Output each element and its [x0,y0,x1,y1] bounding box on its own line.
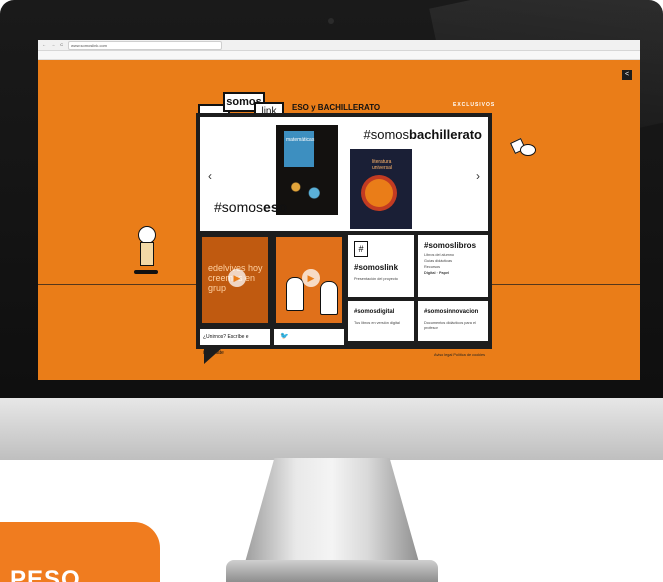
tile-innov-sub: Documentos didácticos para el profesor [424,321,476,330]
skateboard [134,270,158,274]
slider-next-button[interactable]: › [476,169,480,183]
tag-eso-prefix: #somos [214,199,264,215]
tile-libros-line: Libros del alumno [424,253,454,257]
promo-corner: PESO [0,522,160,582]
share-icon[interactable]: < [622,70,632,80]
book-cover-math-label: matemáticas [286,137,315,143]
tile-libros-line: Guías didácticas [424,259,453,263]
bird-illustration [510,138,542,162]
exclusivos-link[interactable]: EXCLUSIVOS [453,102,495,108]
camera-dot [328,18,334,24]
browser-toolbar: ← → C www.somoslink.com [38,40,640,51]
video-tile-edelvives[interactable]: edelvives hoy creemos en grup ▶ [200,235,270,325]
video-tile-characters[interactable]: ▶ [274,235,344,325]
book-cover-literature-label: literatura universal [372,159,393,171]
tile-somoslink-sub: Presentación del proyecto [354,277,398,281]
skater-illustration [134,226,158,282]
book-cover-literature-art [365,179,393,207]
book-slider: ‹ matemáticas literatura universal #somo… [200,117,488,231]
tag-bachillerato[interactable]: #somosbachillerato [364,127,483,142]
character-illustration [320,281,338,315]
tag-bach-prefix: #somos [363,127,410,142]
tile-somoslink[interactable]: # #somoslink Presentación del proyecto [348,235,414,297]
tile-somosdigital[interactable]: #somosdigital Tus libros en versión digi… [348,301,414,341]
browser-nav-buttons[interactable]: ← → C [42,42,65,47]
monitor-bezel: ← → C www.somoslink.com AplicacionesNoti… [0,0,663,460]
tag-bach-bold: bachillerato [409,127,482,142]
skater-body [140,242,154,266]
tile-digital-sub: Tus libros en versión digital [354,321,400,325]
book-cover-math-illustration [282,175,328,205]
tile-somoslink-title: #somoslink [354,263,399,272]
screen: ← → C www.somoslink.com AplicacionesNoti… [38,40,640,380]
tile-somoslibros[interactable]: #somoslibros Libros del alumno Guías did… [418,235,488,297]
monitor-chin [0,398,663,460]
tile-libros-title: #somoslibros [424,241,477,250]
play-icon[interactable]: ▶ [228,269,246,287]
legal-links[interactable]: Aviso legal Política de cookies [434,353,485,357]
tile-libros-line: Digital · Papel [424,271,450,275]
tile-libros-line: Recursos [424,265,441,269]
monitor-stand-base [226,560,438,582]
tile-somosinnovacion[interactable]: #somosinnovacion Documentos didácticos p… [418,301,488,341]
character-illustration [286,277,304,311]
book-cover-literature[interactable]: literatura universal [350,149,412,229]
play-icon[interactable]: ▶ [302,269,320,287]
tag-eso-bold: eso [263,199,288,215]
address-bar[interactable]: www.somoslink.com [68,41,222,50]
tile-innov-title: #somosinnovacion [424,309,479,315]
slider-prev-button[interactable]: ‹ [208,169,212,183]
tag-eso[interactable]: #somoseso [214,199,287,215]
twitter-icon[interactable]: 🐦 [274,329,344,345]
bookmarks-bar: AplicacionesNoticiasBuzónPortal del Empl… [38,51,640,60]
tile-digital-title: #somosdigital [354,309,395,315]
promo-text: PESO [10,566,81,582]
join-link[interactable]: ¿Unirnos? Escríbe e infórmate [200,329,270,356]
speech-tail [204,348,222,364]
hash-icon: # [354,241,368,257]
monitor-stand [242,458,422,573]
content-frame: ‹ matemáticas literatura universal #somo… [196,113,492,357]
site-subtitle: ESO y BACHILLERATO [292,103,381,112]
bird-body [520,144,536,156]
